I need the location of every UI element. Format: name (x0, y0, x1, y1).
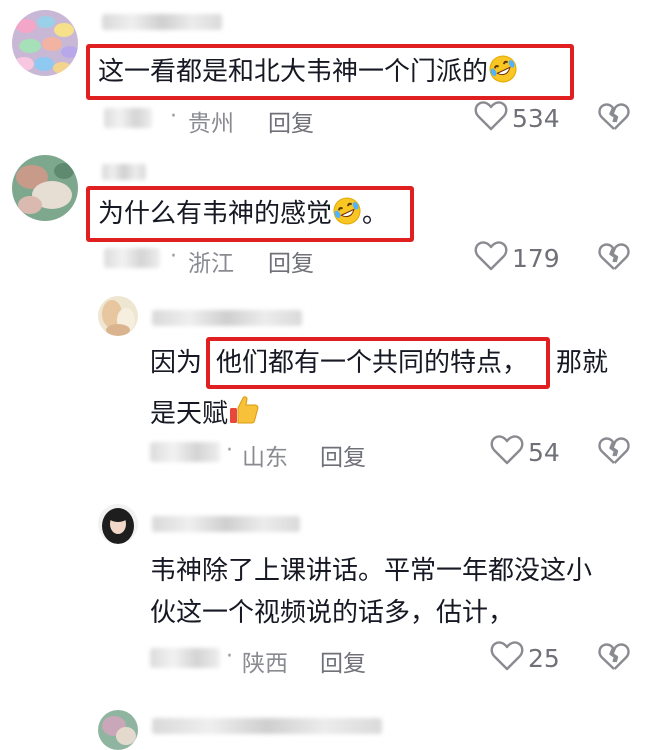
like-button[interactable]: 534 (474, 100, 560, 136)
comment-item: 这一看都是和北大韦神一个门派的 · 贵州 回复 534 (0, 0, 660, 150)
rofl-emoji-icon (332, 196, 362, 235)
dislike-button[interactable] (598, 642, 630, 676)
comment-location: 浙江 (188, 251, 234, 277)
comment-text: 为什么有韦神的感觉 。 (98, 196, 388, 235)
reply-button[interactable]: 回复 (320, 438, 366, 472)
reply-button[interactable]: 回复 (268, 244, 314, 278)
like-count: 534 (512, 103, 560, 133)
avatar[interactable] (12, 10, 78, 76)
dislike-button[interactable] (598, 242, 630, 276)
comment-text-line: 这一看都是和北大韦神一个门派的 (98, 57, 489, 87)
comment-text: 这一看都是和北大韦神一个门派的 (98, 54, 518, 93)
meta-separator: · (170, 104, 177, 129)
comment-text-row: 伙这一个视频说的话多，估计， (150, 596, 514, 630)
timestamp-blurred (104, 248, 160, 268)
comment-text-line: 那就 (556, 348, 609, 378)
thumbs-up-emoji-icon (228, 394, 260, 435)
reply-button[interactable]: 回复 (268, 104, 314, 138)
comment-text-line: 是天赋 (150, 399, 229, 429)
reply-item: 因为 他们都有一个共同的特点， 那就 是天赋 · 山东 回复 54 (0, 290, 660, 490)
username-blurred[interactable] (152, 516, 300, 532)
heart-outline-icon (474, 240, 508, 276)
reply-item: 韦神除了上课讲话。平常一年都没这小 伙这一个视频说的话多，估计， · 陕西 回复… (0, 496, 660, 696)
like-count: 54 (528, 437, 560, 467)
comment-text-row: 因为 (150, 346, 202, 380)
comment-text-line: 因为 (150, 348, 203, 378)
heart-outline-icon (490, 434, 524, 470)
timestamp-blurred (104, 108, 152, 128)
avatar[interactable] (98, 504, 138, 544)
username-blurred[interactable] (152, 718, 382, 734)
comment-text-row: 韦神除了上课讲话。平常一年都没这小 (150, 554, 592, 588)
dislike-button[interactable] (598, 102, 630, 136)
comment-text-line: 韦神除了上课讲话。平常一年都没这小 (150, 556, 593, 586)
avatar[interactable] (12, 155, 78, 221)
username-blurred[interactable] (102, 14, 222, 30)
broken-heart-icon (598, 103, 630, 136)
username-blurred[interactable] (102, 164, 146, 180)
dislike-button[interactable] (598, 436, 630, 470)
comment-text-line: 伙这一个视频说的话多，估计， (150, 598, 515, 628)
meta-separator: · (226, 644, 233, 669)
timestamp-blurred (150, 648, 220, 668)
like-count: 179 (512, 243, 560, 273)
meta-separator: · (226, 438, 233, 463)
comment-item: 为什么有韦神的感觉 。 · 浙江 回复 179 (0, 150, 660, 290)
comment-text-line: 他们都有一个共同的特点， (216, 348, 529, 378)
comment-text-highlighted: 他们都有一个共同的特点， (216, 346, 528, 380)
heart-outline-icon (490, 640, 524, 676)
username-blurred[interactable] (152, 310, 302, 326)
heart-outline-icon (474, 100, 508, 136)
comment-text-row: 是天赋 (150, 394, 260, 435)
broken-heart-icon (598, 437, 630, 470)
comment-location: 陕西 (242, 651, 288, 677)
avatar[interactable] (98, 296, 138, 336)
timestamp-blurred (150, 442, 220, 462)
like-button[interactable]: 25 (490, 640, 560, 676)
comment-text-suffix: 。 (362, 199, 389, 229)
broken-heart-icon (598, 643, 630, 676)
like-count: 25 (528, 643, 560, 673)
broken-heart-icon (598, 243, 630, 276)
rofl-emoji-icon (488, 54, 518, 93)
comment-text-line: 为什么有韦神的感觉 (98, 199, 333, 229)
comment-location: 贵州 (188, 111, 234, 137)
avatar[interactable] (98, 710, 138, 750)
like-button[interactable]: 179 (474, 240, 560, 276)
reply-button[interactable]: 回复 (320, 644, 366, 678)
comment-location: 山东 (242, 445, 288, 471)
like-button[interactable]: 54 (490, 434, 560, 470)
meta-separator: · (170, 244, 177, 269)
reply-item-partial (0, 702, 660, 750)
comment-text-row: 那就 (556, 346, 608, 380)
